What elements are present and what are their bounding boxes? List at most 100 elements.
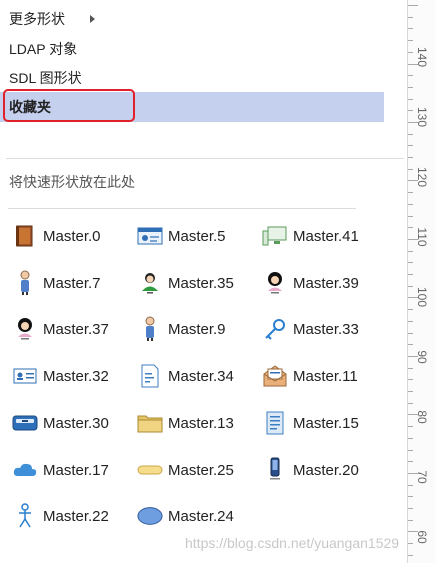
ruler-tick	[408, 216, 413, 217]
ruler-tick	[408, 5, 418, 6]
shape-item[interactable]: Master.22	[12, 502, 109, 530]
contact-card-icon	[12, 363, 38, 389]
ruler-tick	[408, 262, 413, 263]
shape-item[interactable]: Master.9	[137, 315, 226, 343]
drop-hint-text: 将快速形状放在此处	[9, 174, 135, 190]
shape-item[interactable]: Master.35	[137, 269, 234, 297]
divider	[8, 208, 356, 209]
ruler-label: 140	[415, 47, 429, 68]
ruler-tick	[408, 286, 413, 287]
ruler-tick	[408, 496, 413, 497]
shape-label: Master.7	[43, 274, 101, 292]
ruler-tick	[408, 438, 413, 439]
shape-item[interactable]: Master.24	[137, 502, 234, 530]
cloud-icon	[12, 457, 38, 483]
ruler-label: 90	[415, 350, 429, 364]
menu-item-ldap[interactable]: LDAP 对象	[0, 34, 384, 64]
shape-item[interactable]: Master.30	[12, 409, 109, 437]
rounded-bar-icon	[137, 457, 163, 483]
shape-label: Master.22	[43, 507, 109, 525]
ruler-label: 110	[415, 227, 429, 247]
user-female-icon	[262, 270, 288, 296]
ruler-tick	[408, 17, 413, 18]
ruler-tick	[408, 99, 413, 100]
shape-label: Master.34	[168, 367, 234, 385]
divider	[6, 158, 404, 159]
ruler-tick	[408, 157, 413, 158]
key-icon	[262, 316, 288, 342]
shape-item[interactable]: Master.7	[12, 269, 101, 297]
shape-item[interactable]: Master.20	[262, 456, 359, 484]
menu-item-label: SDL 图形状	[9, 70, 82, 86]
shape-label: Master.32	[43, 367, 109, 385]
watermark: https://blog.csdn.net/yuangan1529	[185, 535, 400, 551]
shape-item[interactable]: Master.41	[262, 222, 359, 250]
document-icon	[137, 363, 163, 389]
ruler-tick	[408, 450, 413, 451]
document-lines-icon	[262, 410, 288, 436]
ruler-tick	[408, 52, 413, 53]
ruler-tick	[408, 204, 413, 205]
ruler-tick	[408, 555, 413, 556]
open-envelope-icon	[262, 363, 288, 389]
shape-label: Master.35	[168, 274, 234, 292]
shape-item[interactable]: Master.17	[12, 456, 109, 484]
ruler-tick	[408, 227, 413, 228]
ruler-tick	[408, 28, 413, 29]
shape-label: Master.33	[293, 320, 359, 338]
person-icon	[12, 270, 38, 296]
ruler-tick	[408, 40, 413, 41]
ruler-label: 130	[415, 107, 429, 128]
ruler-tick	[408, 543, 413, 544]
ruler-tick	[408, 426, 413, 427]
ruler-tick	[408, 321, 413, 322]
ruler-tick	[408, 87, 413, 88]
shape-item[interactable]: Master.32	[12, 362, 109, 390]
shape-item[interactable]: Master.33	[262, 315, 359, 343]
ruler-tick	[408, 75, 413, 76]
red-highlight-box	[3, 89, 135, 122]
shape-item[interactable]: Master.0	[12, 222, 101, 250]
stick-figure-icon	[12, 503, 38, 529]
menu-item-label: 更多形状	[9, 11, 65, 27]
shape-label: Master.0	[43, 227, 101, 245]
ruler-tick	[408, 169, 413, 170]
id-card-icon	[137, 223, 163, 249]
ruler-label: 100	[415, 287, 429, 308]
submenu-arrow-icon	[90, 15, 95, 23]
shape-item[interactable]: Master.37	[12, 315, 109, 343]
vertical-ruler: 140 130 120 110 100 90 80 70 60	[407, 0, 435, 563]
ruler-tick	[408, 344, 413, 345]
shape-label: Master.5	[168, 227, 226, 245]
shape-label: Master.20	[293, 461, 359, 479]
ruler-tick	[408, 485, 413, 486]
ruler-tick	[408, 461, 413, 462]
shape-item[interactable]: Master.5	[137, 222, 226, 250]
shape-label: Master.30	[43, 414, 109, 432]
ruler-tick	[408, 192, 413, 193]
shape-item[interactable]: Master.13	[137, 409, 234, 437]
shape-label: Master.25	[168, 461, 234, 479]
shape-label: Master.37	[43, 320, 109, 338]
shape-label: Master.9	[168, 320, 226, 338]
shape-item[interactable]: Master.15	[262, 409, 359, 437]
ruler-tick	[408, 251, 413, 252]
shape-item[interactable]: Master.11	[262, 362, 358, 390]
computer-icon	[262, 223, 288, 249]
ruler-label: 60	[415, 530, 429, 544]
folder-icon	[137, 410, 163, 436]
ruler-tick	[408, 110, 413, 111]
shape-item[interactable]: Master.39	[262, 269, 359, 297]
shape-label: Master.39	[293, 274, 359, 292]
disk-icon	[12, 410, 38, 436]
ruler-tick	[408, 403, 413, 404]
menu-item-more-shapes[interactable]: 更多形状	[0, 4, 384, 34]
phone-icon	[262, 457, 288, 483]
shape-item[interactable]: Master.25	[137, 456, 234, 484]
ruler-tick	[408, 379, 413, 380]
shape-item[interactable]: Master.34	[137, 362, 234, 390]
shape-label: Master.11	[293, 367, 358, 385]
ruler-tick	[408, 333, 413, 334]
ruler-tick	[408, 274, 413, 275]
ellipse-icon	[137, 503, 163, 529]
